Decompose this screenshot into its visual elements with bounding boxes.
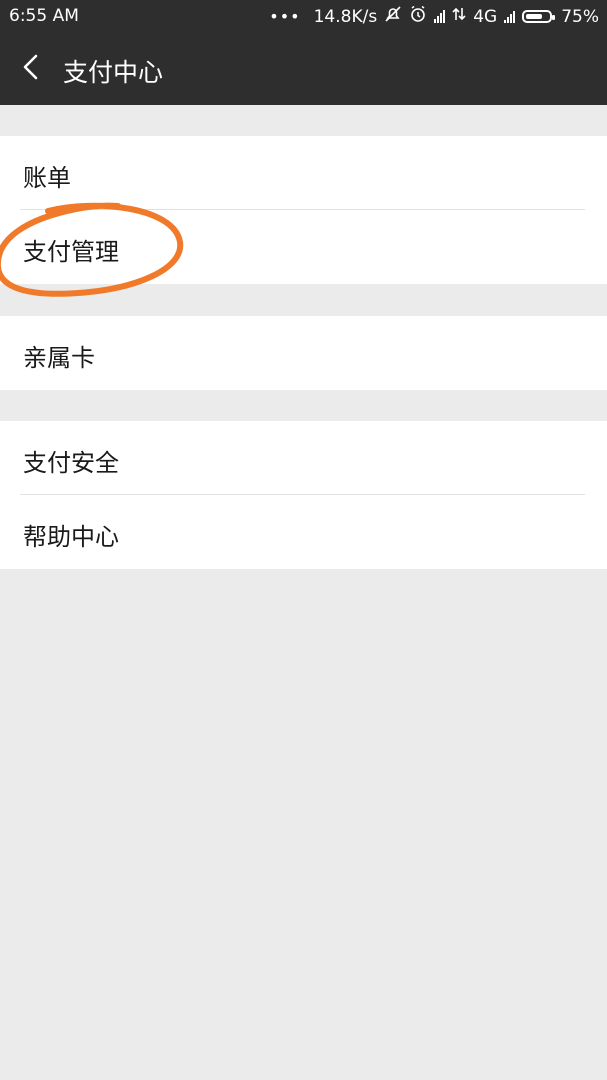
menu-item-label: 支付安全 [23, 449, 119, 477]
mute-bell-icon [384, 5, 402, 28]
menu-item-label: 亲属卡 [23, 344, 95, 372]
network-type: 4G [473, 6, 498, 27]
battery-icon [522, 10, 556, 23]
net-speed: 14.8K/s [313, 6, 378, 27]
status-icons: ••• 14.8K/s 4G 75% [269, 5, 599, 28]
alarm-icon [409, 5, 427, 28]
hd-signal-icon [434, 10, 446, 23]
title-bar: 支付中心 [0, 32, 607, 105]
menu-group-3: 支付安全 帮助中心 [0, 421, 607, 569]
menu-item-payment-security[interactable]: 支付安全 [0, 421, 607, 495]
menu-item-label: 帮助中心 [23, 523, 119, 551]
status-bar: 6:55 AM ••• 14.8K/s 4G 75% [0, 0, 607, 32]
menu-item-label: 支付管理 [23, 238, 119, 266]
battery-level: 75% [561, 6, 599, 27]
menu-item-label: 账单 [23, 164, 71, 192]
back-button[interactable] [16, 50, 50, 84]
page-title: 支付中心 [63, 58, 164, 87]
signal-icon [504, 10, 516, 23]
menu-item-family-card[interactable]: 亲属卡 [0, 316, 607, 390]
menu-item-payment-management[interactable]: 支付管理 [0, 210, 607, 284]
data-transfer-icon [452, 6, 466, 27]
menu-item-help-center[interactable]: 帮助中心 [0, 495, 607, 569]
menu-group-2: 亲属卡 [0, 316, 607, 390]
status-time: 6:55 AM [9, 6, 79, 26]
menu-item-bill[interactable]: 账单 [0, 136, 607, 210]
more-notifications-icon: ••• [269, 7, 301, 26]
chevron-left-icon [23, 54, 38, 80]
menu-group-1: 账单 支付管理 [0, 136, 607, 284]
